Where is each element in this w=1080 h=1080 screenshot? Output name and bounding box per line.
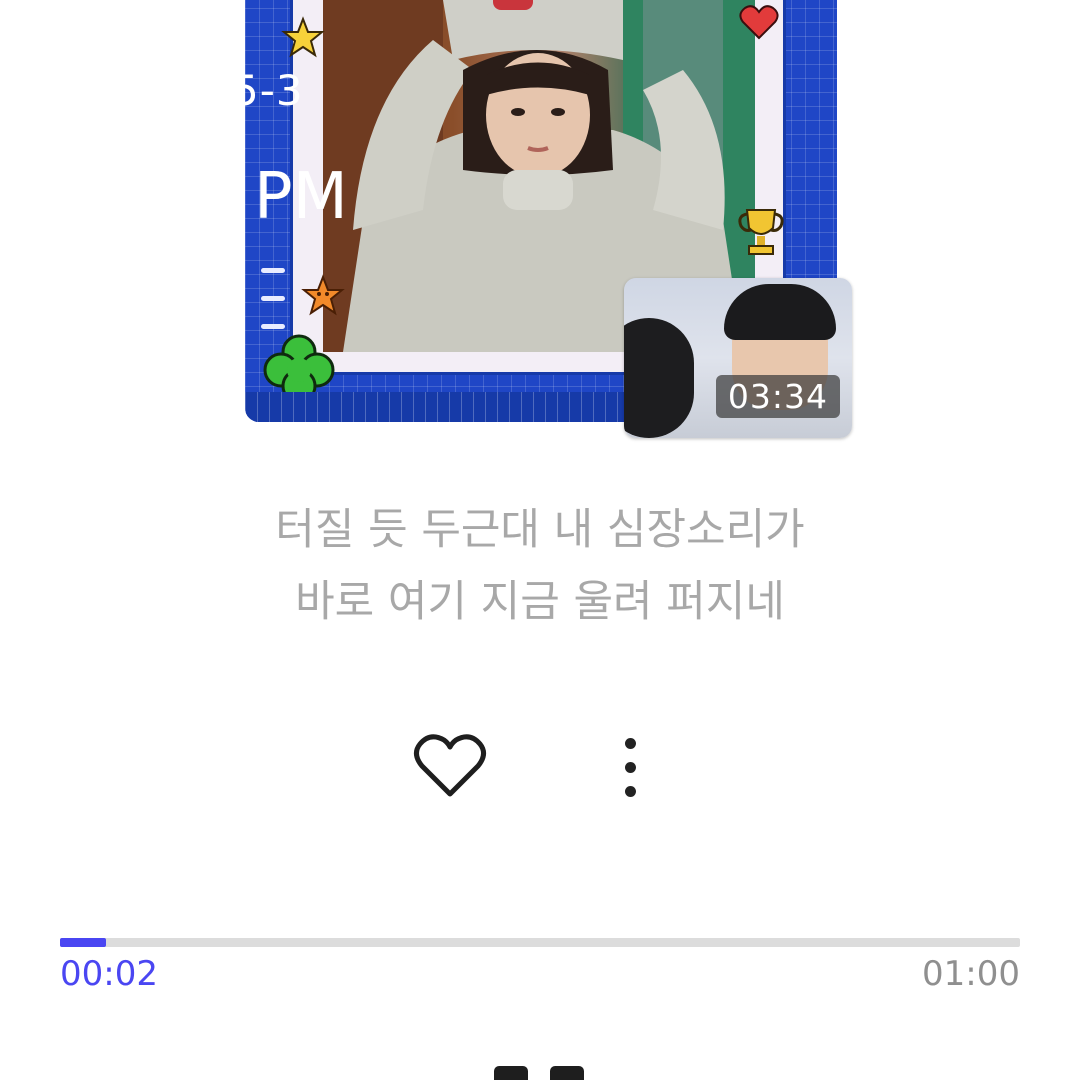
player-screen: 5-3 PM 03:34 터질 듯 두근대 내 심장소리가 바로 여기 지금 울… [0, 0, 1080, 1080]
more-options-button[interactable] [608, 730, 652, 802]
lyrics-line: 바로 여기 지금 울려 퍼지네 [295, 577, 785, 627]
microphone-shape [624, 318, 694, 438]
elapsed-time: 00:02 [60, 954, 158, 994]
video-duration: 03:34 [715, 375, 840, 418]
overlay-date: 5-3 [232, 66, 304, 115]
heart-outline-icon [414, 734, 486, 797]
like-button[interactable] [408, 724, 492, 808]
progress-fill [60, 938, 107, 947]
lyrics-line: 터질 듯 두근대 내 심장소리가 [275, 505, 805, 555]
total-time: 01:00 [922, 954, 1020, 994]
smiley-star-icon [301, 274, 345, 316]
progress-bar[interactable] [60, 938, 1020, 947]
heart-icon [739, 5, 779, 40]
overlay-ampm: PM [254, 160, 348, 234]
more-vertical-icon [608, 738, 652, 797]
trophy-icon [738, 209, 784, 255]
video-thumbnail[interactable]: 03:34 [624, 278, 852, 438]
star-icon [281, 16, 325, 58]
thumb-hair [724, 284, 836, 340]
decorative-lines [261, 268, 285, 352]
pause-button[interactable] [494, 1066, 586, 1080]
lyrics[interactable]: 터질 듯 두근대 내 심장소리가 바로 여기 지금 울려 퍼지네 [0, 494, 1080, 638]
